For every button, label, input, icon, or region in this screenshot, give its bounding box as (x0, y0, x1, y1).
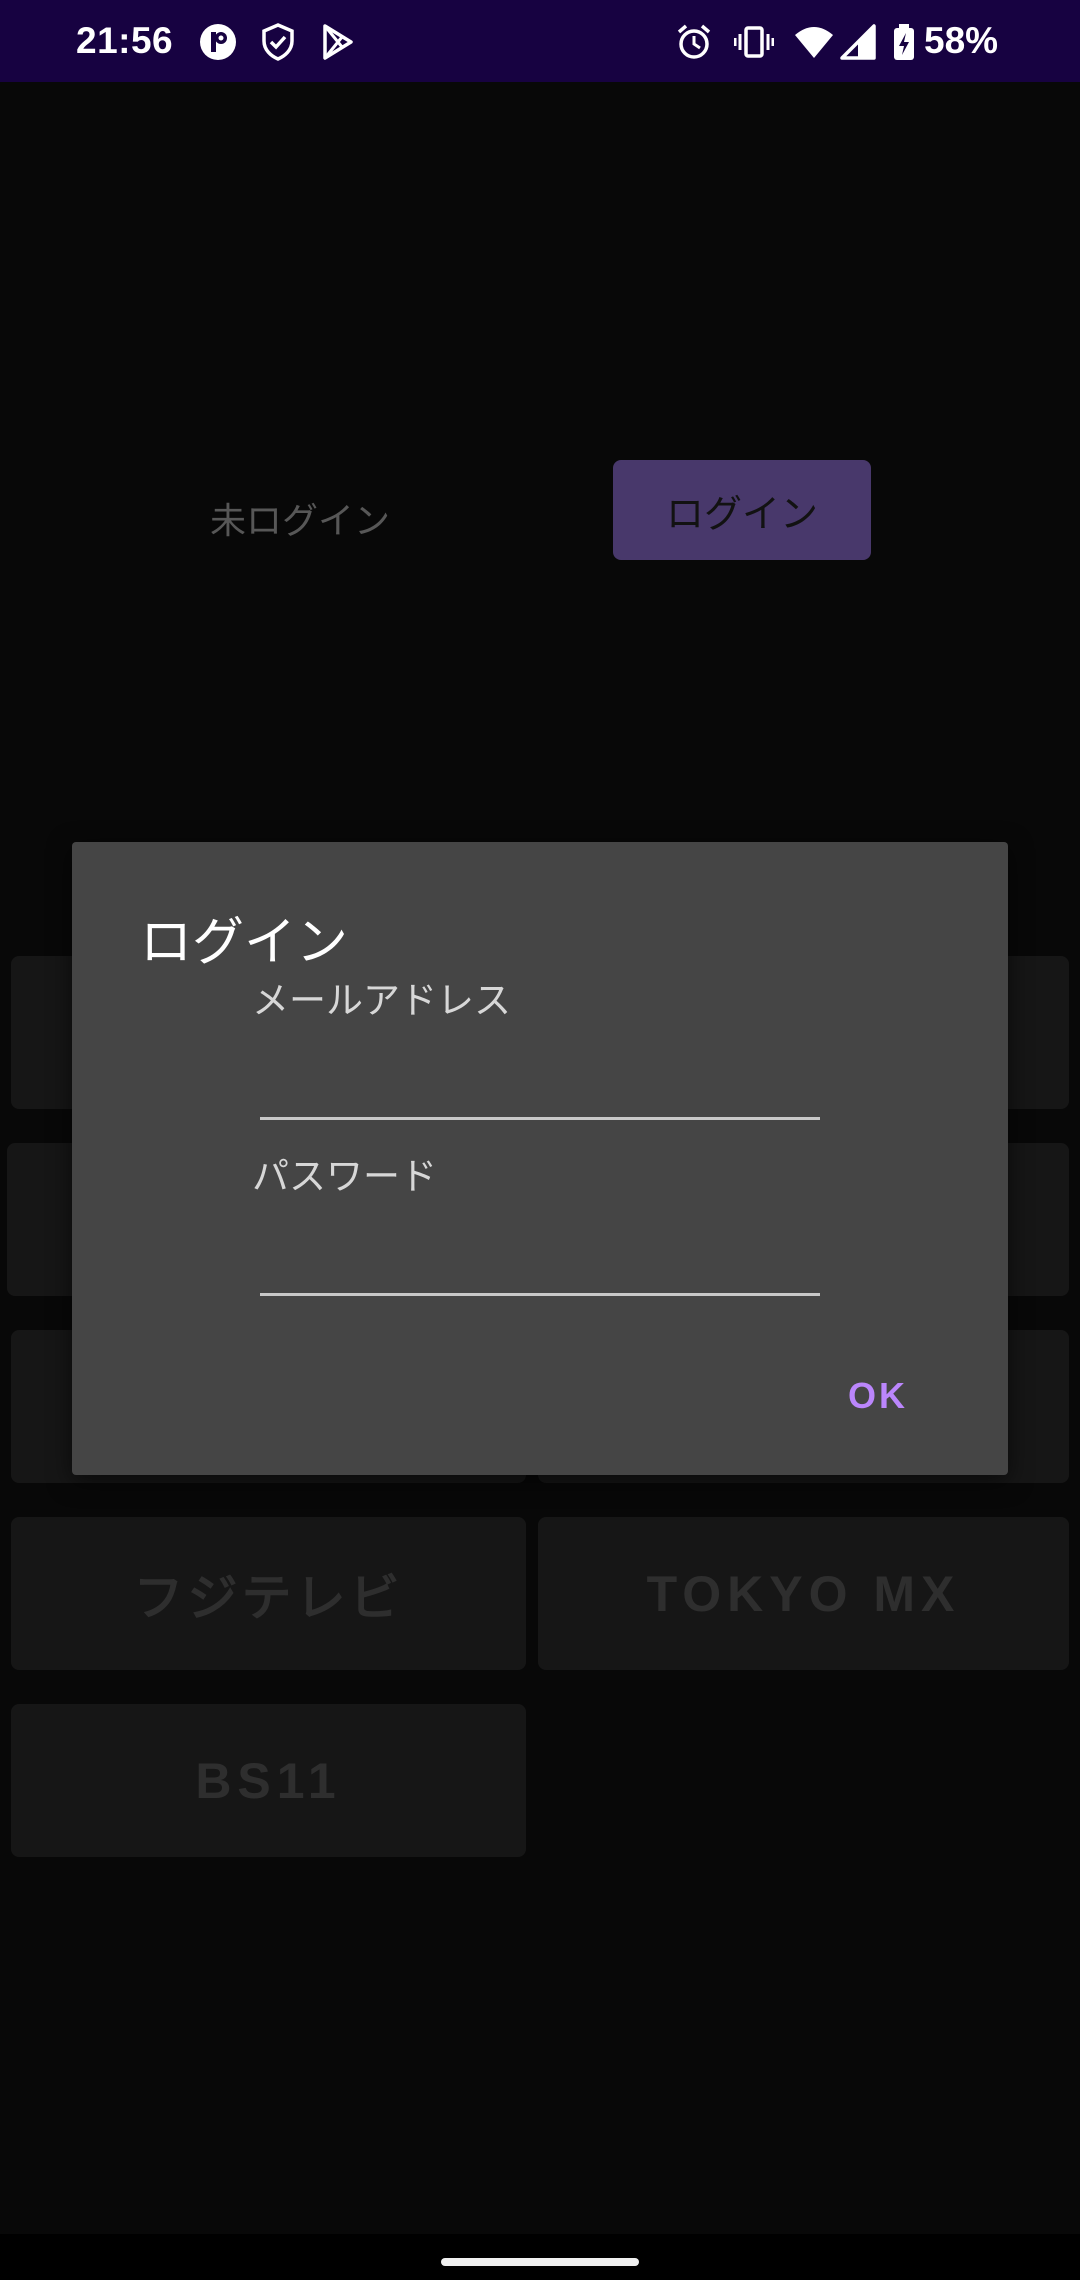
shield-icon (262, 23, 294, 61)
login-dialog: ログイン メールアドレス パスワード OK (72, 842, 1008, 1475)
battery-percent: 58% (924, 20, 999, 61)
password-label: パスワード (252, 1155, 437, 1198)
screen: 21:56 58% 未ログイン ログイン フジテレビ TOKYO MX BS11… (0, 0, 1080, 2280)
status-bar: 21:56 58% (0, 0, 1080, 82)
channel-tile-tokyo-mx[interactable]: TOKYO MX (538, 1517, 1069, 1670)
status-time: 21:56 (76, 20, 174, 61)
email-label: メールアドレス (252, 979, 511, 1022)
navigation-bar (0, 2234, 1080, 2280)
cell-signal-icon (840, 24, 876, 60)
dialog-title: ログイン (140, 913, 349, 973)
alarm-icon (677, 24, 711, 59)
ok-button[interactable]: OK (836, 1367, 920, 1425)
email-field[interactable] (260, 1048, 820, 1120)
channel-tile-bs11[interactable]: BS11 (11, 1704, 526, 1857)
app-notification-icon (200, 24, 236, 60)
login-status-label: 未ログイン (210, 501, 391, 542)
login-button[interactable]: ログイン (613, 460, 871, 560)
play-store-icon (323, 24, 353, 60)
channel-tile-fuji-tv[interactable]: フジテレビ (11, 1517, 526, 1670)
home-gesture-handle[interactable] (441, 2258, 639, 2266)
vibrate-icon (734, 26, 774, 58)
wifi-icon (795, 27, 833, 58)
login-status-row: 未ログイン ログイン (0, 460, 1080, 560)
battery-charging-icon (894, 24, 914, 60)
password-field[interactable] (260, 1224, 820, 1296)
